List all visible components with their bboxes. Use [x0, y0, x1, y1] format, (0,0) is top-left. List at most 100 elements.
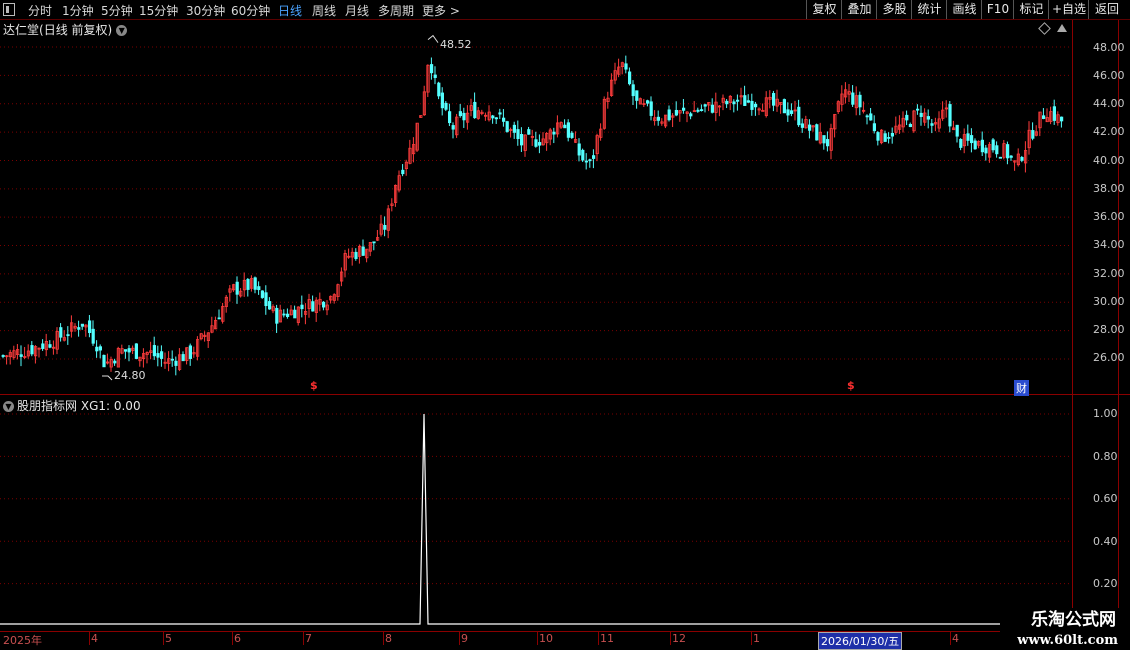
candle[interactable] [275, 307, 279, 324]
candle[interactable] [984, 147, 988, 154]
candle[interactable] [505, 121, 509, 132]
period-tab-daily[interactable]: 日线 [278, 2, 302, 19]
candle[interactable] [851, 92, 855, 105]
candle[interactable] [703, 104, 707, 107]
candle[interactable] [174, 360, 178, 366]
candle[interactable] [181, 354, 185, 362]
candle[interactable] [447, 111, 452, 124]
candle[interactable] [257, 286, 261, 291]
candle[interactable] [282, 313, 286, 316]
candle[interactable] [372, 241, 376, 244]
candle[interactable] [674, 109, 679, 116]
candle[interactable] [991, 139, 995, 151]
candle[interactable] [959, 138, 963, 148]
candle[interactable] [646, 100, 650, 104]
candle[interactable] [970, 135, 974, 144]
period-tab-5min[interactable]: 5分钟 [101, 2, 133, 19]
candle[interactable] [501, 117, 506, 122]
candle[interactable] [512, 124, 517, 133]
candle[interactable] [527, 129, 531, 135]
candle[interactable] [916, 108, 920, 111]
candle[interactable] [267, 301, 272, 310]
indicator-options-chevron-icon[interactable]: ▼ [3, 401, 14, 412]
period-tab-weekly[interactable]: 周线 [312, 2, 336, 19]
candle[interactable] [624, 63, 628, 70]
candle[interactable] [48, 344, 52, 348]
candle[interactable] [300, 304, 304, 310]
candle[interactable] [980, 139, 985, 153]
candle[interactable] [869, 113, 873, 121]
candle[interactable] [321, 301, 326, 308]
candle[interactable] [919, 112, 923, 117]
candle[interactable] [948, 104, 952, 127]
period-tab-30min[interactable]: 30分钟 [186, 2, 225, 19]
candle[interactable] [876, 132, 880, 141]
candle[interactable] [264, 292, 268, 307]
candle[interactable] [458, 111, 463, 117]
candle[interactable] [293, 309, 297, 319]
candle[interactable] [998, 156, 1003, 159]
candle[interactable] [170, 358, 174, 361]
candle[interactable] [429, 64, 434, 74]
candle[interactable] [127, 348, 131, 353]
period-tab-15min[interactable]: 15分钟 [139, 2, 178, 19]
candle[interactable] [570, 132, 574, 138]
candle[interactable] [797, 106, 801, 126]
candle[interactable] [498, 112, 502, 115]
candle[interactable] [102, 354, 106, 368]
candle[interactable] [890, 132, 895, 137]
candle[interactable] [930, 123, 934, 126]
candle[interactable] [995, 145, 999, 155]
candle[interactable] [246, 278, 250, 290]
candle[interactable] [354, 251, 358, 259]
rights-button[interactable]: 复权 [806, 0, 842, 19]
candle[interactable] [800, 123, 805, 128]
candle[interactable] [725, 100, 729, 105]
candle[interactable] [628, 71, 632, 85]
candle[interactable] [682, 107, 686, 111]
overlay-button[interactable]: 叠加 [841, 0, 877, 19]
candle[interactable] [772, 93, 776, 106]
candle[interactable] [188, 345, 192, 359]
candle[interactable] [437, 82, 441, 97]
candle[interactable] [1042, 115, 1046, 119]
period-tab-more[interactable]: 更多 > [422, 2, 460, 19]
period-tab-60min[interactable]: 60分钟 [231, 2, 270, 19]
candle[interactable] [91, 328, 95, 344]
candle[interactable] [584, 160, 589, 163]
candle[interactable] [534, 139, 538, 147]
candle[interactable] [635, 90, 639, 101]
candle[interactable] [98, 346, 102, 351]
candle[interactable] [656, 116, 661, 121]
candle[interactable] [736, 99, 740, 102]
candle[interactable] [433, 74, 437, 78]
candle[interactable] [235, 281, 239, 295]
candle[interactable] [786, 109, 790, 116]
candle[interactable] [156, 353, 160, 358]
candle[interactable] [696, 109, 700, 112]
candle[interactable] [1031, 130, 1035, 139]
candle[interactable] [808, 124, 812, 131]
candle[interactable] [887, 137, 891, 139]
candle[interactable] [383, 224, 387, 230]
candle[interactable] [113, 360, 117, 364]
candle[interactable] [217, 317, 221, 320]
candle[interactable] [883, 133, 887, 142]
window-toggle-icon[interactable] [3, 3, 15, 16]
candle[interactable] [59, 327, 63, 338]
candle[interactable] [966, 133, 970, 141]
candle[interactable] [494, 117, 499, 120]
candle[interactable] [581, 149, 585, 161]
candle[interactable] [1006, 144, 1010, 159]
candle[interactable] [520, 133, 524, 146]
candle[interactable] [577, 143, 581, 156]
candle[interactable] [124, 349, 128, 352]
period-tab-multi[interactable]: 多周期 [378, 2, 414, 19]
candle[interactable] [588, 159, 592, 162]
multi-stock-button[interactable]: 多股 [876, 0, 912, 19]
candle[interactable] [538, 142, 542, 146]
candle[interactable] [361, 246, 365, 256]
candle[interactable] [1009, 155, 1013, 158]
candle[interactable] [451, 125, 455, 130]
candle[interactable] [1060, 116, 1064, 122]
